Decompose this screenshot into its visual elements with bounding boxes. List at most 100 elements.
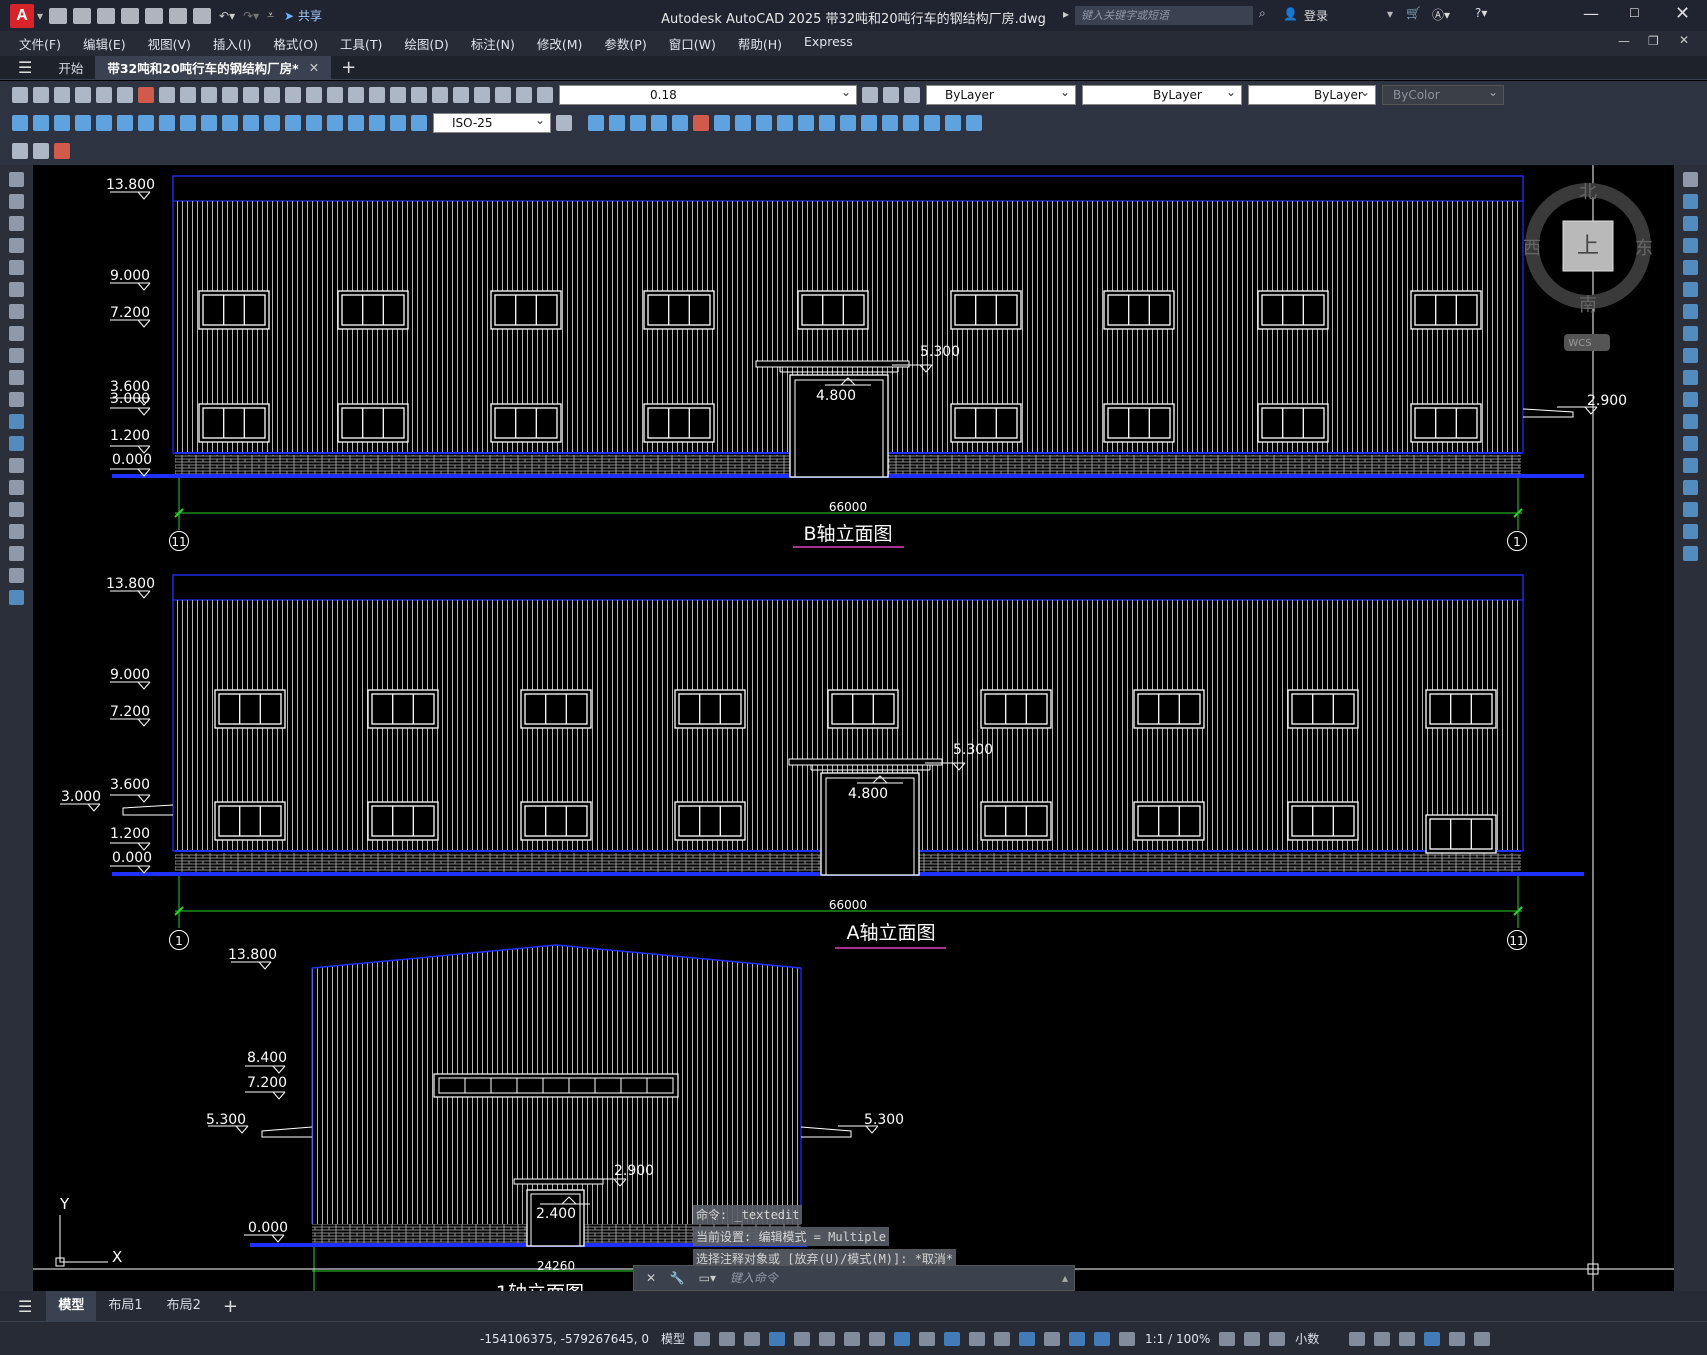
construction-line-icon[interactable] <box>9 194 24 209</box>
hardware-accel-icon[interactable] <box>1424 1331 1441 1346</box>
signin-button[interactable]: 登录 <box>1304 7 1328 24</box>
rectangle-icon[interactable] <box>9 260 24 275</box>
erase-tool-icon[interactable] <box>1683 172 1698 187</box>
polygon-icon[interactable] <box>9 238 24 253</box>
doc-minimize-icon[interactable]: — <box>1618 34 1630 48</box>
spline-icon[interactable] <box>9 348 24 363</box>
3d-osnap-icon[interactable] <box>994 1331 1010 1346</box>
save-as-icon[interactable] <box>121 7 140 24</box>
gizmo-icon[interactable] <box>1069 1331 1085 1346</box>
view-icon-7[interactable] <box>735 115 751 131</box>
viewcube-top[interactable]: 上 <box>1577 234 1599 259</box>
tab-model[interactable]: 模型 <box>46 1291 97 1321</box>
linear-dim-icon[interactable] <box>12 115 28 131</box>
grid-icon[interactable] <box>694 1331 710 1346</box>
view-icon-8[interactable] <box>756 115 772 131</box>
make-block-icon[interactable] <box>9 436 24 451</box>
3dprint-icon[interactable] <box>138 87 154 103</box>
search-icon[interactable]: ⌕ <box>1259 6 1266 21</box>
autodesk-account-icon[interactable]: Ⓐ▾ <box>1432 6 1450 23</box>
view-icon-1[interactable] <box>588 115 604 131</box>
menu-item-6[interactable]: 绘图(D) <box>393 34 459 53</box>
drawing-canvas[interactable]: 13.800 9.000 7.200 3.600 3.000 1.200 0.0… <box>33 165 1674 1304</box>
diameter-icon[interactable] <box>138 115 154 131</box>
tab-active-drawing[interactable]: 带32吨和20吨行车的钢结构厂房* ✕ <box>95 55 332 80</box>
break-at-point-icon[interactable] <box>1683 414 1698 429</box>
publish-icon[interactable] <box>117 87 133 103</box>
lineweight-dropdown[interactable]: ByLayer <box>1248 83 1376 105</box>
baseline-icon[interactable] <box>201 115 217 131</box>
view-icon-9[interactable] <box>777 115 793 131</box>
region-icon[interactable] <box>9 524 24 539</box>
layout-menu-icon[interactable]: ☰ <box>18 1297 32 1316</box>
erase-icon[interactable] <box>693 115 709 131</box>
cut-icon[interactable] <box>159 87 175 103</box>
arc-icon[interactable] <box>9 282 24 297</box>
dimstyle-dropdown[interactable]: ISO-25 <box>433 111 551 133</box>
layer-previous-icon[interactable] <box>883 87 899 103</box>
view-icon-18[interactable] <box>966 115 982 131</box>
viewcube-east[interactable]: 东 <box>1635 238 1653 259</box>
ellipse-icon[interactable] <box>9 370 24 385</box>
viewcube[interactable]: 上 北 南 西 东 WCS <box>1523 182 1653 351</box>
viewcube-west[interactable]: 西 <box>1523 238 1541 259</box>
radius-icon[interactable] <box>96 115 112 131</box>
arc-length-icon[interactable] <box>54 115 70 131</box>
move-icon[interactable] <box>1683 282 1698 297</box>
sheetset-icon[interactable] <box>453 87 469 103</box>
new-icon[interactable] <box>12 87 28 103</box>
mirror-icon[interactable] <box>1683 216 1698 231</box>
angular-icon[interactable] <box>159 115 175 131</box>
scale-icon[interactable] <box>1683 326 1698 341</box>
search-expand-icon[interactable]: ▸ <box>1063 7 1069 21</box>
polar-icon[interactable] <box>819 1331 835 1346</box>
menu-item-12[interactable]: Express <box>793 34 864 53</box>
view-icon-13[interactable] <box>861 115 877 131</box>
break-tool-icon[interactable] <box>1683 436 1698 451</box>
block-editor-icon[interactable] <box>243 87 259 103</box>
dynamic-input-icon[interactable] <box>769 1331 785 1346</box>
workspace-gear-icon[interactable] <box>1219 1331 1236 1346</box>
blend-icon[interactable] <box>1683 524 1698 539</box>
user-icon[interactable]: 👤 <box>1283 7 1298 21</box>
tolerance-icon[interactable] <box>285 115 301 131</box>
command-input[interactable]: 键入命令 <box>730 1271 778 1285</box>
view-icon-10[interactable] <box>798 115 814 131</box>
help-icon-2[interactable] <box>516 87 532 103</box>
lock-ui-icon[interactable] <box>1374 1331 1391 1346</box>
linetype-dropdown[interactable]: ByLayer <box>1082 83 1242 105</box>
close-icon[interactable]: ✕ <box>1675 3 1690 24</box>
break-icon[interactable] <box>264 115 280 131</box>
search-input[interactable]: 键入关键字或短语 <box>1075 6 1253 25</box>
jogged-linear-icon[interactable] <box>348 115 364 131</box>
command-recent-icon[interactable]: ▭▾ <box>699 1271 716 1285</box>
insert-block-icon[interactable] <box>9 414 24 429</box>
zoom-window-icon[interactable] <box>348 87 364 103</box>
inspection-icon[interactable] <box>327 115 343 131</box>
center-mark-icon[interactable] <box>306 115 322 131</box>
command-expand-icon[interactable]: ▴ <box>1062 1266 1068 1290</box>
share-icon[interactable]: ➤ <box>284 9 294 23</box>
plotstyle-dropdown[interactable]: ByColor <box>1382 83 1504 105</box>
clean-screen-icon[interactable] <box>1449 1331 1466 1346</box>
dimstyle-manager-icon[interactable] <box>556 115 572 131</box>
fillet-icon[interactable] <box>1683 502 1698 517</box>
continue-icon[interactable] <box>222 115 238 131</box>
line-icon[interactable] <box>9 172 24 187</box>
join-icon[interactable] <box>1683 458 1698 473</box>
open-file-icon[interactable] <box>73 7 92 24</box>
view-icon-11[interactable] <box>819 115 835 131</box>
view-icon-12[interactable] <box>840 115 856 131</box>
help-icon[interactable]: ?▾ <box>1475 6 1487 20</box>
app-menu-chevron-icon[interactable]: ▾ <box>37 9 43 23</box>
plot-preview-icon[interactable] <box>96 87 112 103</box>
properties-icon[interactable] <box>390 87 406 103</box>
table-icon[interactable] <box>9 546 24 561</box>
view-icon-3[interactable] <box>630 115 646 131</box>
tool-palette-icon[interactable] <box>432 87 448 103</box>
viewcube-south[interactable]: 南 <box>1579 295 1597 316</box>
doc-restore-icon[interactable]: ❐ <box>1648 34 1659 48</box>
tab-start[interactable]: 开始 <box>46 56 95 80</box>
rotate-icon[interactable] <box>1683 304 1698 319</box>
view-icon-17[interactable] <box>945 115 961 131</box>
